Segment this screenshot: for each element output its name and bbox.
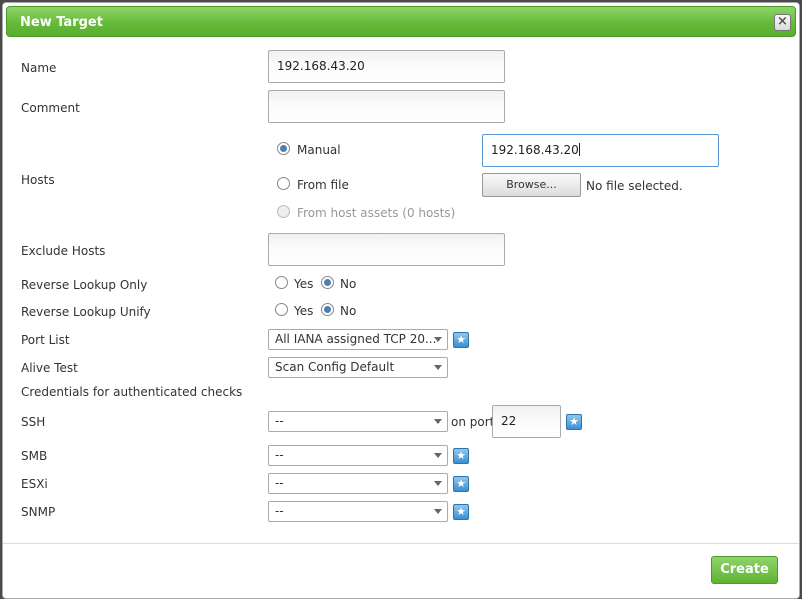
alive-test-select[interactable]: Scan Config Default [268,357,448,378]
smb-credential-value: -- [275,448,284,462]
new-smb-credential-star-icon[interactable]: ★ [453,448,469,464]
reverse-unify-no-label: No [340,304,357,318]
ssh-label: SSH [21,415,46,429]
smb-credential-select[interactable]: -- [268,445,448,466]
ssh-port-value: 22 [501,414,517,428]
port-list-label: Port List [21,333,70,347]
name-label: Name [21,61,57,75]
create-button[interactable]: Create [711,556,778,584]
ssh-credential-value: -- [275,414,284,428]
hosts-fromfile-radio[interactable] [277,177,290,190]
reverse-unify-no-radio[interactable] [321,303,334,316]
new-esxi-credential-star-icon[interactable]: ★ [453,476,469,492]
port-list-select[interactable]: All IANA assigned TCP 20... [268,329,448,350]
on-port-label: on port [451,415,495,429]
snmp-label: SNMP [21,505,56,519]
hosts-label: Hosts [21,173,55,187]
reverse-only-yes-radio[interactable] [275,276,288,289]
new-port-list-star-icon[interactable]: ★ [453,332,469,348]
new-snmp-credential-star-icon[interactable]: ★ [453,504,469,520]
hosts-manual-input-value: 192.168.43.20 [491,143,579,157]
smb-label: SMB [21,449,48,463]
esxi-credential-select[interactable]: -- [268,473,448,494]
esxi-credential-value: -- [275,476,284,490]
hosts-fromfile-label: From file [297,178,349,192]
chevron-down-icon [434,453,442,458]
no-file-label: No file selected. [586,179,683,193]
snmp-credential-value: -- [275,504,284,518]
chevron-down-icon [434,481,442,486]
chevron-down-icon [434,509,442,514]
chevron-down-icon [434,419,442,424]
reverse-unify-yes-label: Yes [294,304,314,318]
reverse-only-no-label: No [340,277,357,291]
ssh-port-input[interactable]: 22 [492,405,561,438]
hosts-assets-label: From host assets (0 hosts) [297,206,456,220]
ssh-credential-select[interactable]: -- [268,411,448,432]
dialog-title: New Target [20,15,103,30]
hosts-manual-input[interactable]: 192.168.43.20 [482,134,719,167]
alive-test-label: Alive Test [21,361,78,375]
credentials-heading: Credentials for authenticated checks [21,385,243,399]
reverse-lookup-only-label: Reverse Lookup Only [21,278,148,292]
new-ssh-credential-star-icon[interactable]: ★ [566,414,582,430]
exclude-hosts-label: Exclude Hosts [21,244,106,258]
new-target-dialog: New Target × Name 192.168.43.20 Comment … [2,2,800,599]
text-caret [578,143,580,156]
close-icon[interactable]: × [774,14,791,31]
reverse-unify-yes-radio[interactable] [275,303,288,316]
name-input-value: 192.168.43.20 [277,59,365,73]
snmp-credential-select[interactable]: -- [268,501,448,522]
chevron-down-icon [434,365,442,370]
exclude-hosts-input[interactable] [268,233,505,266]
hosts-manual-label: Manual [297,143,341,157]
alive-test-value: Scan Config Default [275,360,395,374]
chevron-down-icon [434,337,442,342]
reverse-only-yes-label: Yes [294,277,314,291]
esxi-label: ESXi [21,477,48,491]
port-list-value: All IANA assigned TCP 20... [275,332,437,346]
dialog-titlebar[interactable]: New Target × [6,6,796,37]
hosts-assets-radio [277,205,290,218]
comment-input[interactable] [268,90,505,123]
footer-divider [3,543,799,544]
hosts-manual-radio[interactable] [277,142,290,155]
comment-label: Comment [21,101,80,115]
browse-button[interactable]: Browse... [482,173,581,197]
reverse-only-no-radio[interactable] [321,276,334,289]
name-input[interactable]: 192.168.43.20 [268,50,505,83]
reverse-lookup-unify-label: Reverse Lookup Unify [21,305,151,319]
